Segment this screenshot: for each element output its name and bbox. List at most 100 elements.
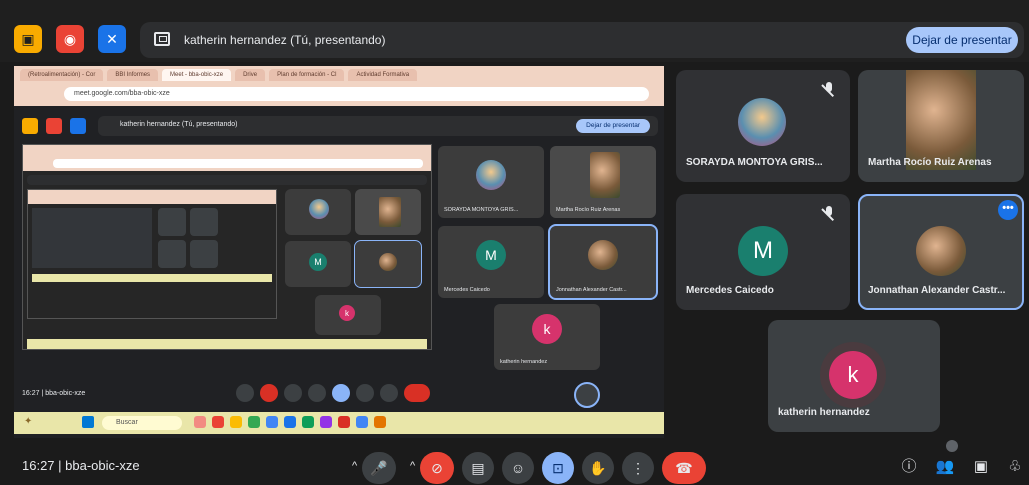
participant-video [906,70,976,170]
windows-taskbar: ✦ Buscar [14,412,664,434]
mic-off-icon[interactable]: ✕ [98,25,126,53]
browser-tab-active[interactable]: Meet - bba-obic-xze [162,69,232,81]
layout-icon [22,118,38,134]
windows-start-icon: ✦ [24,416,33,427]
nested-avatar [590,152,620,198]
chevron-up-icon[interactable]: ^ [352,460,357,472]
nested-meet: katherin hernandez (Tú, presentando) Dej… [14,106,664,438]
recursive-screen-2 [27,189,277,319]
nested-tile-name: Mercedes Caicedo [444,287,490,293]
mic-icon: 🎤 [370,459,388,476]
more-vert-icon: ⋮ [631,459,645,476]
mic-off-icon [70,118,86,134]
recursive-tile [354,240,422,288]
people-icon[interactable]: 👥 [934,456,956,478]
layout-icon[interactable]: ▣ [14,25,42,53]
participant-tile[interactable]: M Mercedes Caicedo [676,194,850,310]
nested-tile-name: Jonnathan Alexander Castr... [556,287,627,293]
nested-time: 16:27 | bba-obic-xze [22,390,86,397]
browser-tab[interactable]: Actividad Formativa [348,69,418,81]
captions-button[interactable]: ▤ [462,452,494,484]
camera-off-icon: ⊘ [431,459,443,476]
nested-tile-name: Martha Rocío Ruiz Arenas [556,207,621,213]
participant-tile[interactable]: SORAYDA MONTOYA GRIS... [676,70,850,182]
recursive-url [53,159,423,168]
participant-avatar [738,98,786,146]
people-count-badge [946,440,958,452]
recursive-tile [355,189,421,235]
nested-stop-button: Dejar de presentar [576,119,650,133]
recursive-tile: k [315,295,381,335]
present-screen-icon [154,32,170,46]
record-icon[interactable]: ◉ [56,25,84,53]
chevron-up-icon[interactable]: ^ [410,460,415,472]
nested-avatar [588,240,618,270]
mic-muted-icon [822,82,836,100]
nested-avatar: k [532,314,562,344]
participant-name: Martha Rocío Ruiz Arenas [868,157,992,168]
nested-banner-text: katherin hernandez (Tú, presentando) [120,121,238,128]
more-options-icon[interactable]: ••• [998,200,1018,220]
participant-tile-self[interactable]: k katherin hernandez [768,320,940,432]
top-bar: ▣ ◉ ✕ katherin hernandez (Tú, presentand… [0,0,1029,62]
present-icon: ⊡ [552,459,564,476]
browser-tab[interactable]: Drive [235,69,266,81]
participant-avatar: k [829,351,877,399]
recursive-screen: M k [22,144,432,350]
mic-muted-icon [822,206,836,224]
participant-name: SORAYDA MONTOYA GRIS... [686,157,823,168]
browser-tab[interactable]: (Retroalimentación) - Cor [20,69,104,81]
nested-avatar: M [476,240,506,270]
participant-name: Mercedes Caicedo [686,285,774,296]
captions-icon: ▤ [471,459,485,476]
chat-icon[interactable]: ▣ [970,456,992,478]
recursive-banner [27,175,427,185]
browser-chrome: (Retroalimentación) - Cor BBI Informes M… [14,66,664,106]
address-bar[interactable]: meet.google.com/bba-obic-xze [64,87,649,101]
participant-tile[interactable]: Martha Rocío Ruiz Arenas [858,70,1024,182]
nested-avatar [476,160,506,190]
windows-logo-icon [82,416,94,428]
mic-button[interactable]: 🎤 [362,452,396,484]
presented-screen: (Retroalimentación) - Cor BBI Informes M… [14,66,664,438]
presenting-banner: katherin hernandez (Tú, presentando) Dej… [140,22,1024,58]
meeting-time-code: 16:27 | bba-obic-xze [22,458,140,473]
activities-icon[interactable]: ♧ [1004,456,1026,478]
record-icon [46,118,62,134]
nested-controls [236,384,430,402]
nested-banner: katherin hernandez (Tú, presentando) Dej… [98,116,658,136]
participant-name: Jonnathan Alexander Castr... [868,285,1006,296]
camera-button[interactable]: ⊘ [420,452,454,484]
hand-icon: ✋ [589,459,607,476]
recursive-tile: M [285,241,351,287]
nested-fab [574,382,600,408]
nested-tile-name: katherin hernandez [500,359,548,365]
browser-tab[interactable]: BBI Informes [107,69,159,81]
nested-tile: M Mercedes Caicedo [438,226,544,298]
emoji-button[interactable]: ☺ [502,452,534,484]
participant-avatar: M [738,226,788,276]
stop-presenting-button[interactable]: Dejar de presentar [906,27,1018,53]
nested-tile: k katherin hernandez [494,304,600,370]
browser-tab[interactable]: Plan de formación - Cl [269,69,345,81]
presenting-text: katherin hernandez (Tú, presentando) [184,33,386,47]
more-options-button[interactable]: ⋮ [622,452,654,484]
nested-tile-name: SORAYDA MONTOYA GRIS... [444,207,519,213]
bottom-bar: 16:27 | bba-obic-xze ^ 🎤 ^ ⊘ ▤ ☺ ⊡ ✋ ⋮ ☎… [0,438,1029,485]
participant-name: katherin hernandez [778,407,870,418]
recursive-taskbar [27,339,427,349]
participant-avatar [916,226,966,276]
recursive-tile [285,189,351,235]
nested-tile: SORAYDA MONTOYA GRIS... [438,146,544,218]
taskbar-apps [194,416,386,428]
taskbar-search: Buscar [102,416,182,430]
nested-tile: Jonnathan Alexander Castr... [548,224,658,300]
participant-tile-active[interactable]: ••• Jonnathan Alexander Castr... [858,194,1024,310]
emoji-icon: ☺ [510,460,526,476]
raise-hand-button[interactable]: ✋ [582,452,614,484]
nested-tile: Martha Rocío Ruiz Arenas [550,146,656,218]
leave-call-button[interactable]: ☎ [662,452,706,484]
present-button[interactable]: ⊡ [542,452,574,484]
phone-hangup-icon: ☎ [675,459,693,476]
info-icon[interactable]: ⓘ [898,456,920,478]
